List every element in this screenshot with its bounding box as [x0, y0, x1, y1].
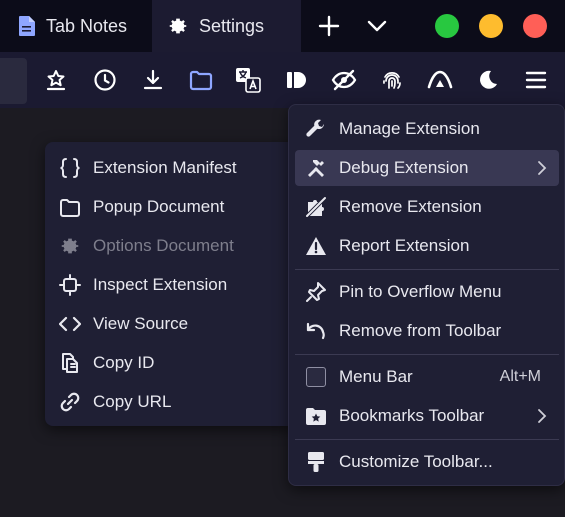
privacy-eye-icon[interactable]	[330, 66, 358, 94]
translate-icon[interactable]	[234, 66, 262, 94]
code-icon	[59, 313, 81, 335]
tab-tab-notes[interactable]: Tab Notes	[18, 0, 127, 52]
warning-icon	[305, 235, 327, 257]
menu-item-remove-extension[interactable]: Remove Extension	[295, 189, 559, 225]
nav-toolbar	[0, 52, 565, 108]
history-icon[interactable]	[91, 66, 119, 94]
new-tab-icon[interactable]	[315, 12, 343, 40]
menu-item-label: Remove from Toolbar	[339, 321, 502, 340]
menu-item-view-source[interactable]: View Source	[59, 306, 281, 342]
menu-item-copy-id[interactable]: Copy ID	[59, 345, 281, 381]
tab-settings[interactable]: Settings	[152, 0, 301, 52]
menu-separator	[295, 269, 559, 270]
downloads-icon[interactable]	[139, 66, 167, 94]
wrench-icon	[305, 118, 327, 140]
chevron-right-icon	[537, 408, 547, 429]
minimize-button[interactable]	[479, 14, 503, 38]
url-bar[interactable]	[0, 58, 27, 104]
menu-item-label: Extension Manifest	[93, 158, 237, 177]
menu-item-remove-from-toolbar[interactable]: Remove from Toolbar	[295, 313, 559, 349]
menu-item-label: Copy URL	[93, 392, 172, 411]
menu-item-manage-extension[interactable]: Manage Extension	[295, 111, 559, 147]
menu-item-label: Bookmarks Toolbar	[339, 406, 485, 425]
document-icon	[18, 15, 36, 37]
tab-strip: Tab Notes Settings	[0, 0, 565, 52]
menu-item-label: Copy ID	[93, 353, 155, 372]
menu-item-label: Options Document	[93, 236, 234, 255]
inspect-icon	[59, 274, 81, 296]
menu-item-shortcut: Alt+M	[499, 368, 541, 385]
id-extension-icon[interactable]	[282, 66, 310, 94]
chevron-right-icon	[537, 160, 547, 181]
popup-icon	[59, 196, 81, 218]
debug-extension-submenu: Extension Manifest Popup Document Option…	[45, 142, 295, 426]
menu-item-label: Remove Extension	[339, 197, 482, 216]
menu-item-label: Pin to Overflow Menu	[339, 282, 502, 301]
gear-icon	[167, 15, 189, 37]
menu-item-debug-extension[interactable]: Debug Extension	[295, 150, 559, 186]
menu-item-label: Customize Toolbar...	[339, 452, 493, 471]
menu-item-bookmarks-toolbar[interactable]: Bookmarks Toolbar	[295, 398, 559, 434]
undo-icon	[305, 320, 327, 342]
menu-item-label: Menu Bar	[339, 367, 413, 386]
menu-item-inspect-extension[interactable]: Inspect Extension	[59, 267, 281, 303]
menu-item-label: Popup Document	[93, 197, 225, 216]
bookmark-star-icon[interactable]	[42, 66, 70, 94]
menu-item-label: Manage Extension	[339, 119, 480, 138]
copy-icon	[59, 352, 81, 374]
menu-separator	[295, 354, 559, 355]
hammer-wrench-icon	[305, 157, 327, 179]
proton-vpn-icon[interactable]	[426, 66, 454, 94]
tab-label: Settings	[199, 15, 265, 36]
fingerprint-icon[interactable]	[378, 66, 406, 94]
dark-reader-icon[interactable]	[474, 66, 502, 94]
menu-item-pin-to-overflow[interactable]: Pin to Overflow Menu	[295, 274, 559, 310]
tab-label: Tab Notes	[46, 15, 128, 36]
hamburger-menu-icon[interactable]	[522, 66, 550, 94]
list-all-tabs-icon[interactable]	[363, 12, 391, 40]
menu-separator	[295, 439, 559, 440]
extension-context-menu: Manage Extension Debug Extension Remove …	[288, 104, 565, 486]
menu-item-options-document: Options Document	[59, 228, 281, 264]
extension-sidebar-icon[interactable]	[187, 66, 215, 94]
pin-icon	[305, 281, 327, 303]
menu-item-label: Inspect Extension	[93, 275, 228, 294]
menu-item-label: View Source	[93, 314, 189, 333]
menu-item-label: Report Extension	[339, 236, 470, 255]
remove-extension-icon	[305, 196, 327, 218]
menu-item-menu-bar[interactable]: Menu Bar Alt+M	[295, 359, 559, 395]
checkbox[interactable]	[305, 366, 327, 388]
menu-item-customize-toolbar[interactable]: Customize Toolbar...	[295, 444, 559, 480]
maximize-button[interactable]	[435, 14, 459, 38]
gear-icon	[59, 235, 81, 257]
braces-icon	[59, 157, 81, 179]
menu-item-copy-url[interactable]: Copy URL	[59, 384, 281, 420]
paintbrush-icon	[305, 451, 327, 473]
menu-item-popup-document[interactable]: Popup Document	[59, 189, 281, 225]
close-button[interactable]	[523, 14, 547, 38]
menu-item-report-extension[interactable]: Report Extension	[295, 228, 559, 264]
menu-item-label: Debug Extension	[339, 158, 469, 177]
link-icon	[59, 391, 81, 413]
bookmark-folder-icon	[305, 405, 327, 427]
menu-item-extension-manifest[interactable]: Extension Manifest	[59, 150, 281, 186]
